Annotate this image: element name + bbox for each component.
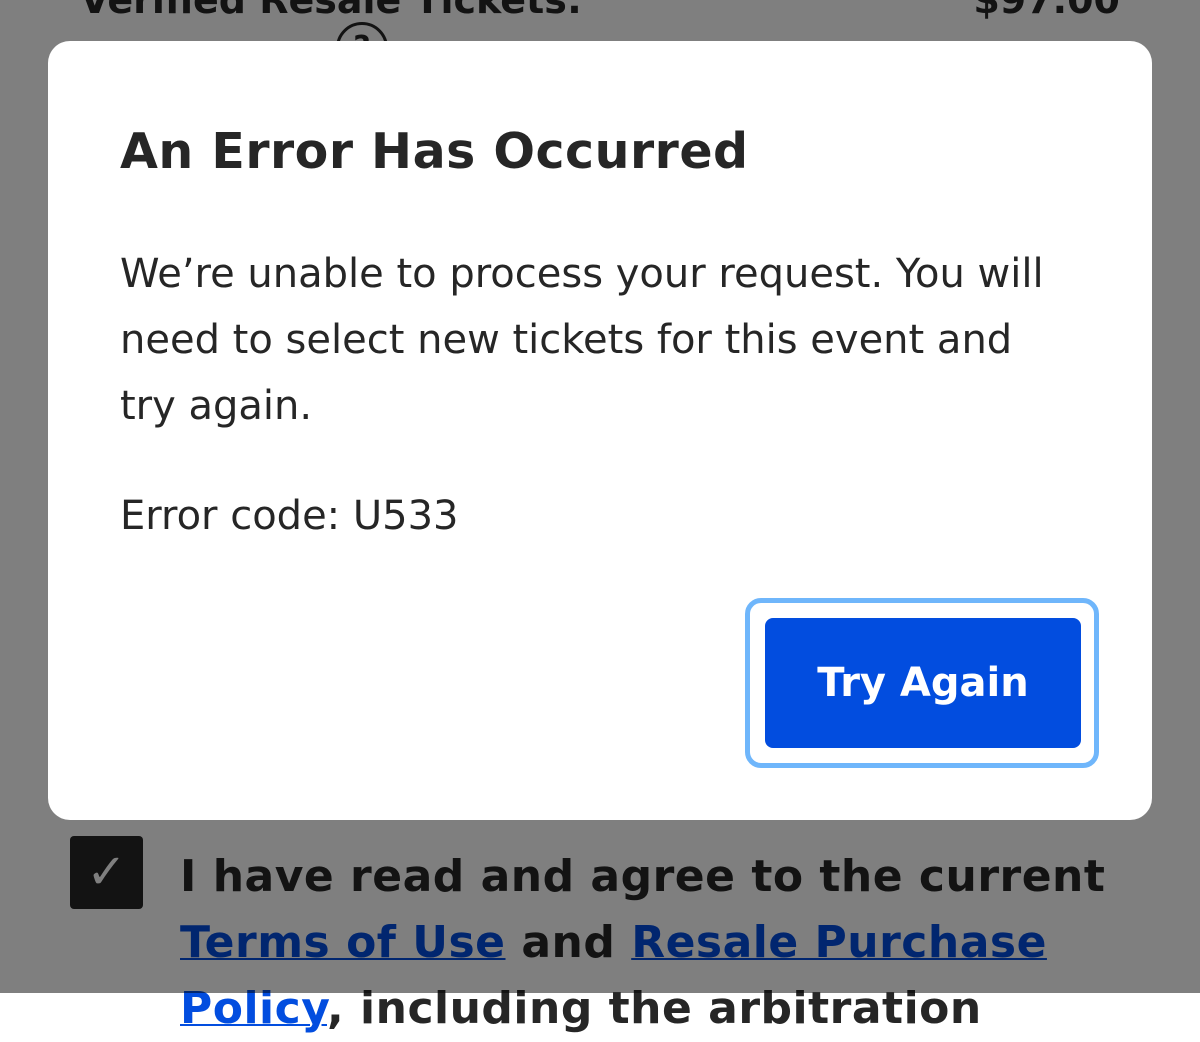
dialog-title: An Error Has Occurred [120,123,749,180]
error-dialog: An Error Has Occurred We’re unable to pr… [48,41,1152,820]
dialog-message: We’re unable to process your request. Yo… [120,251,1044,429]
try-again-button[interactable]: Try Again [765,618,1081,748]
error-code: Error code: U533 [120,493,459,539]
